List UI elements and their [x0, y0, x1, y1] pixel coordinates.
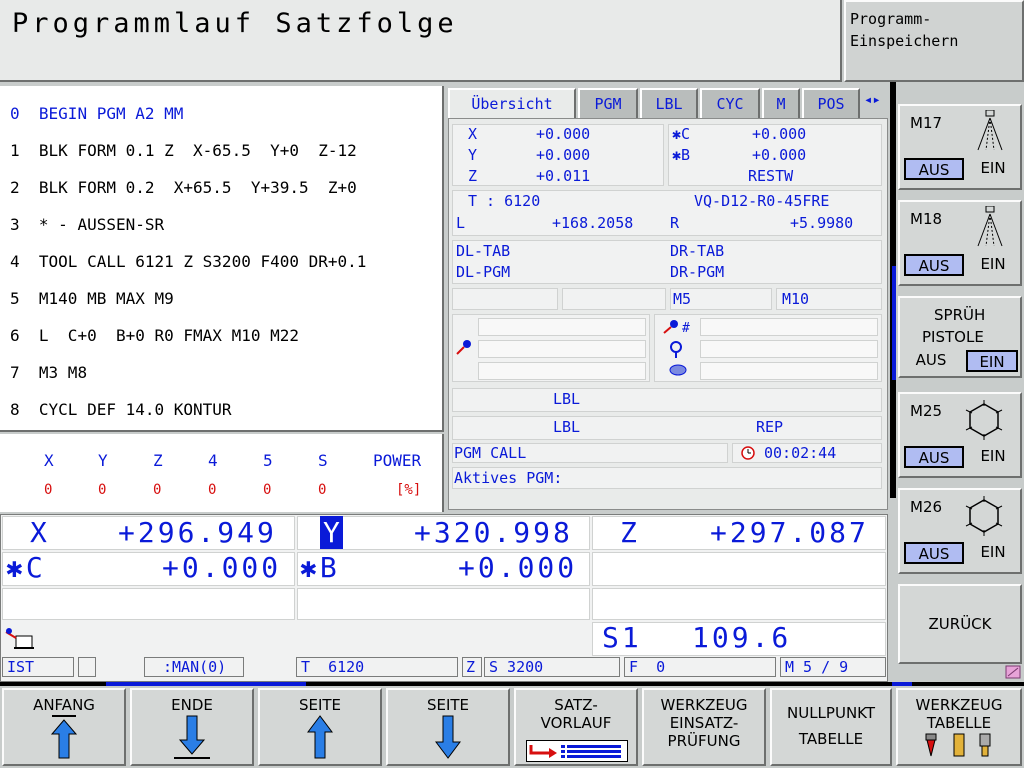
calibration-icon [668, 362, 688, 378]
ist-indicator: IST [2, 657, 74, 677]
status-empty [78, 657, 96, 677]
svg-text:#: # [682, 321, 690, 336]
coolant-icon [972, 109, 1008, 154]
scroll-indicator[interactable] [892, 266, 896, 380]
program-line[interactable]: 7 M3 M8 [10, 363, 87, 382]
softkey-tool-usage-test[interactable]: WERKZEUG EINSATZ- PRÜFUNG [642, 688, 766, 766]
softkey-end[interactable]: ENDE [130, 688, 254, 766]
tab-m[interactable]: M [762, 88, 800, 118]
spindle-label: S1 [602, 621, 642, 654]
axis-b-value: +0.000 [458, 551, 578, 584]
status-feed: F 0 [624, 657, 776, 677]
touch-probe-icon [666, 340, 686, 358]
tab-lbl[interactable]: LBL [640, 88, 698, 118]
axis-y-label: Y [320, 516, 343, 549]
spindle-value: 109.6 [692, 621, 792, 654]
m26-softkey[interactable]: M26 AUS EIN [898, 488, 1022, 574]
axis-b-label: ✱B [300, 551, 340, 584]
program-line[interactable]: 8 CYCL DEF 14.0 KONTUR [10, 400, 232, 419]
softkey-tool-table[interactable]: WERKZEUG TABELLE [896, 688, 1022, 766]
program-line[interactable]: 3 * - AUSSEN-SR [10, 215, 164, 234]
program-listing: 0 BEGIN PGM A2 MM 1 BLK FORM 0.1 Z X-65.… [0, 86, 444, 432]
softkey-begin[interactable]: ANFANG [2, 688, 126, 766]
program-line[interactable]: 6 L C+0 B+0 R0 FMAX M10 M22 [10, 326, 299, 345]
softkey-page-up[interactable]: SEITE [258, 688, 382, 766]
m17-softkey[interactable]: M17 AUS EIN [898, 104, 1022, 190]
handwheel-icon [4, 626, 36, 652]
hexagon-icon [964, 400, 1004, 440]
probe-hash-icon: # [660, 318, 696, 336]
program-line[interactable]: 1 BLK FORM 0.1 Z X-65.5 Y+0 Z-12 [10, 141, 357, 160]
softkey-switch-icon[interactable] [1004, 664, 1022, 680]
manual-datum: :MAN(0) [144, 657, 244, 677]
tab-overview[interactable]: Übersicht [448, 88, 576, 118]
softkey-page-indicator-2 [892, 682, 912, 686]
axis-z-label: Z [620, 516, 640, 549]
status-m-functions: M 5 / 9 [780, 657, 886, 677]
m17-on-toggle[interactable]: EIN [970, 158, 1016, 180]
softkey-page-down[interactable]: SEITE [386, 688, 510, 766]
m25-softkey[interactable]: M25 AUS EIN [898, 392, 1022, 478]
axis-y-value: +320.998 [414, 516, 573, 549]
m17-off-toggle[interactable]: AUS [904, 158, 964, 180]
probe-icon [454, 338, 474, 358]
m25-off-toggle[interactable]: AUS [904, 446, 964, 468]
m18-on-toggle[interactable]: EIN [970, 254, 1016, 276]
arrow-down-end-icon [132, 714, 252, 764]
spray-gun-on-toggle[interactable]: EIN [966, 350, 1018, 372]
tab-pgm[interactable]: PGM [578, 88, 638, 118]
program-line[interactable]: 2 BLK FORM 0.2 X+65.5 Y+39.5 Z+0 [10, 178, 357, 197]
page-title: Programmlauf Satzfolge [12, 8, 458, 39]
tab-pos[interactable]: POS [802, 88, 860, 118]
softkey-page-indicator [106, 682, 306, 686]
program-line[interactable]: 5 M140 MB MAX M9 [10, 289, 174, 308]
m25-on-toggle[interactable]: EIN [970, 446, 1016, 468]
arrow-up-begin-icon [4, 714, 124, 764]
hexagon-icon [964, 496, 1004, 536]
axis-x-label: X [30, 516, 50, 549]
m26-off-toggle[interactable]: AUS [904, 542, 964, 564]
softkey-datum-table[interactable]: NULLPUNKT TABELLE [770, 688, 892, 766]
coolant-icon [972, 205, 1008, 250]
m26-on-toggle[interactable]: EIN [970, 542, 1016, 564]
axis-x-value: +296.949 [118, 516, 277, 549]
status-axis: Z [462, 657, 482, 677]
tool-icons [898, 732, 1020, 762]
mode-button-program-store[interactable]: Programm- Einspeichern [844, 0, 1024, 82]
spray-gun-softkey[interactable]: SPRÜH PISTOLE AUS EIN [898, 296, 1022, 378]
axis-z-value: +297.087 [710, 516, 869, 549]
block-scan-icon [526, 740, 628, 762]
tab-cyc[interactable]: CYC [700, 88, 760, 118]
m18-softkey[interactable]: M18 AUS EIN [898, 200, 1022, 286]
arrow-down-icon [388, 714, 508, 764]
status-tool: T 6120 [296, 657, 458, 677]
arrow-up-icon [260, 714, 380, 764]
tab-scroll-arrows[interactable]: ◂▸ [864, 92, 881, 108]
clock-icon [740, 445, 756, 461]
axis-c-value: +0.000 [162, 551, 282, 584]
m18-off-toggle[interactable]: AUS [904, 254, 964, 276]
title-bar: Programmlauf Satzfolge [0, 0, 842, 82]
status-spindle: S 3200 [484, 657, 620, 677]
program-line[interactable]: 0 BEGIN PGM A2 MM [10, 104, 183, 123]
softkey-block-scan[interactable]: SATZ- VORLAUF [514, 688, 638, 766]
axis-c-label: ✱C [6, 551, 46, 584]
spray-gun-off-toggle[interactable]: AUS [904, 350, 958, 372]
load-display: X Y Z 4 5 S POWER 0 0 0 0 0 0 [%] [0, 434, 444, 512]
back-softkey[interactable]: ZURÜCK [898, 584, 1022, 664]
program-line[interactable]: 4 TOOL CALL 6121 Z S3200 F400 DR+0.1 [10, 252, 366, 271]
